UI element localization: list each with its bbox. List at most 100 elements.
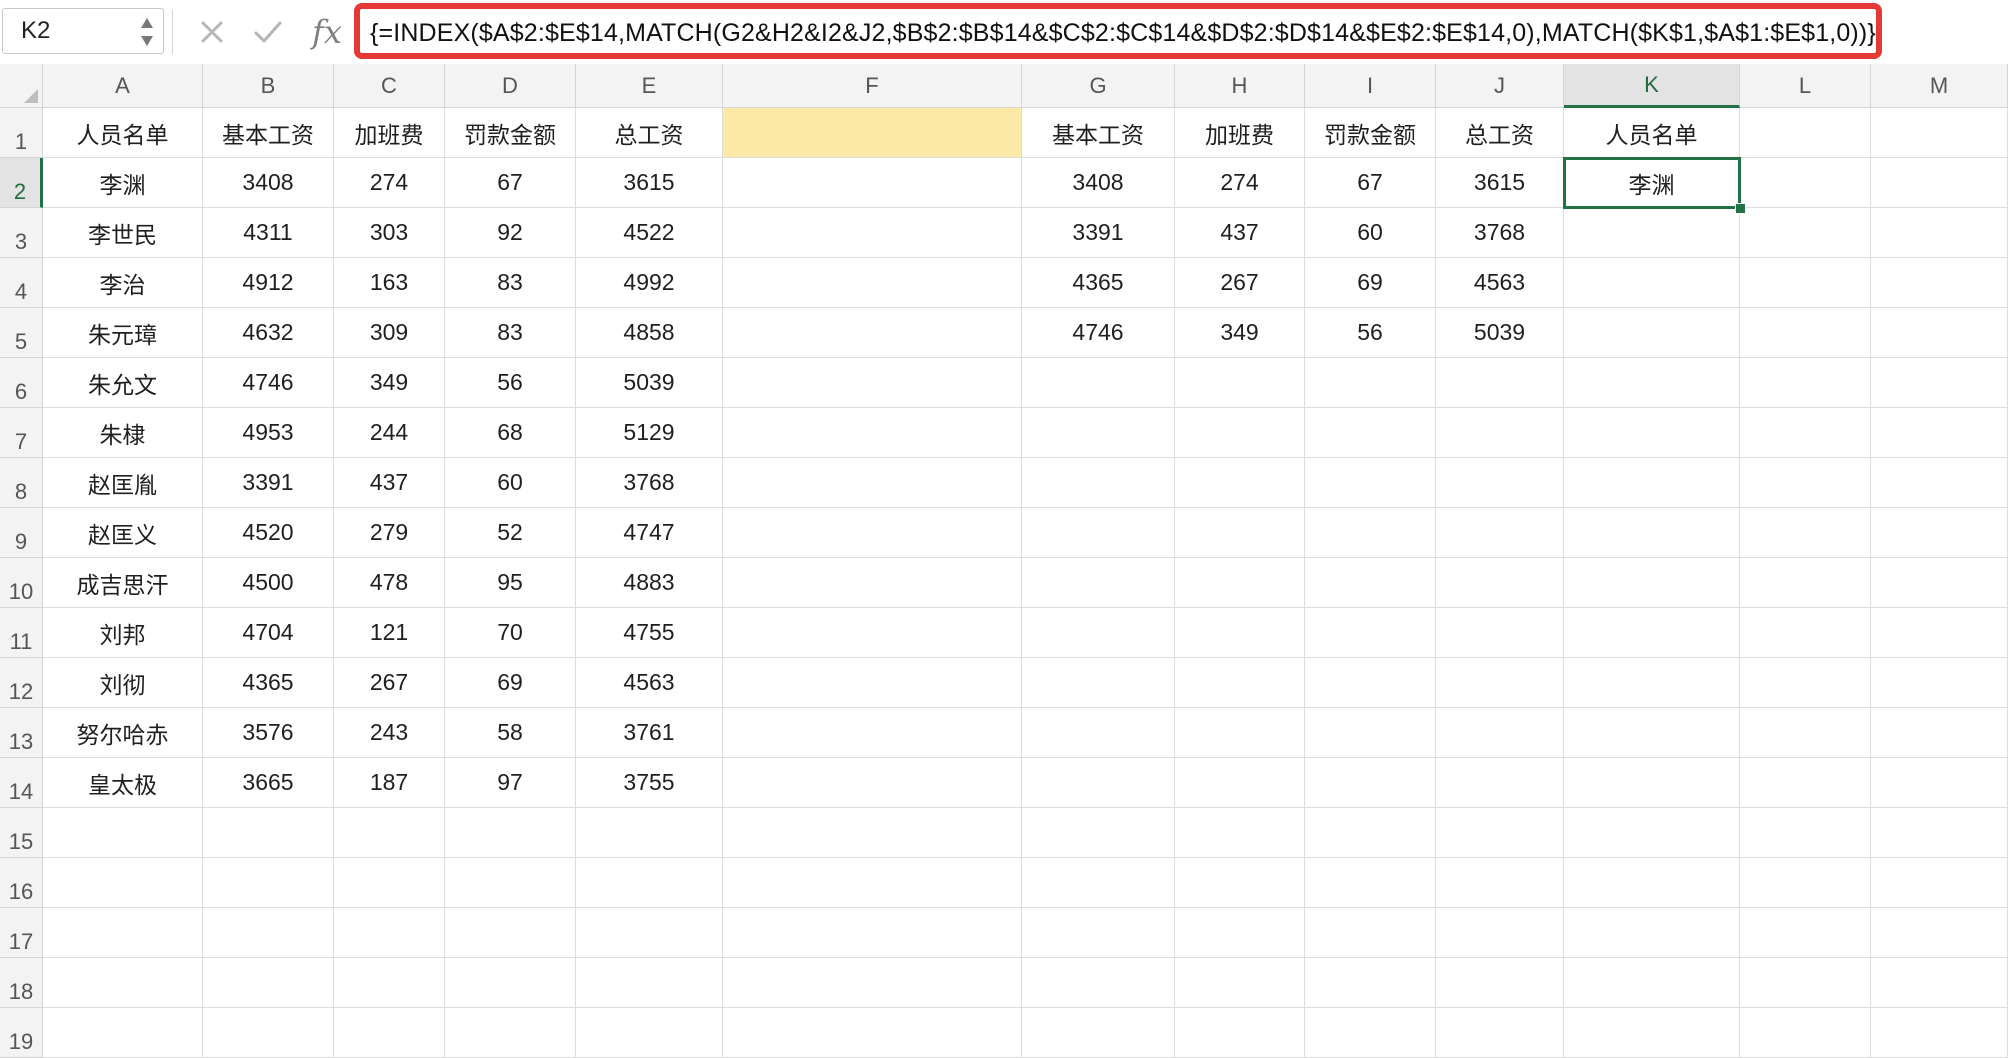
cell-k7[interactable] [1564, 408, 1740, 458]
cell-l10[interactable] [1740, 558, 1871, 608]
cell-l8[interactable] [1740, 458, 1871, 508]
cell-h17[interactable] [1175, 908, 1305, 958]
cell-l18[interactable] [1740, 958, 1871, 1008]
cell-m13[interactable] [1871, 708, 2008, 758]
row-header-15[interactable]: 15 [0, 808, 43, 858]
cell-h11[interactable] [1175, 608, 1305, 658]
column-header-e[interactable]: E [576, 64, 723, 108]
cell-f10[interactable] [723, 558, 1022, 608]
formula-input[interactable]: {=INDEX($A$2:$E$14,MATCH(G2&H2&I2&J2,$B$… [354, 3, 1882, 59]
cell-i2[interactable]: 67 [1305, 158, 1436, 208]
cell-a4[interactable]: 李治 [43, 258, 203, 308]
cell-i1[interactable]: 罚款金额 [1305, 108, 1436, 158]
cell-b4[interactable]: 4912 [203, 258, 334, 308]
cell-g2[interactable]: 3408 [1022, 158, 1175, 208]
cell-h6[interactable] [1175, 358, 1305, 408]
cell-c4[interactable]: 163 [334, 258, 445, 308]
cell-d9[interactable]: 52 [445, 508, 576, 558]
cell-c18[interactable] [334, 958, 445, 1008]
cell-f3[interactable] [723, 208, 1022, 258]
cell-l7[interactable] [1740, 408, 1871, 458]
cell-b14[interactable]: 3665 [203, 758, 334, 808]
cell-c13[interactable]: 243 [334, 708, 445, 758]
cell-j11[interactable] [1436, 608, 1564, 658]
cell-j6[interactable] [1436, 358, 1564, 408]
cell-b6[interactable]: 4746 [203, 358, 334, 408]
cell-k1[interactable]: 人员名单 [1564, 108, 1740, 158]
cell-b19[interactable] [203, 1008, 334, 1058]
column-header-h[interactable]: H [1175, 64, 1305, 108]
cell-f6[interactable] [723, 358, 1022, 408]
cell-l11[interactable] [1740, 608, 1871, 658]
cell-a15[interactable] [43, 808, 203, 858]
cell-a9[interactable]: 赵匡义 [43, 508, 203, 558]
cell-e15[interactable] [576, 808, 723, 858]
cell-k8[interactable] [1564, 458, 1740, 508]
cell-a3[interactable]: 李世民 [43, 208, 203, 258]
cell-m2[interactable] [1871, 158, 2008, 208]
cell-c3[interactable]: 303 [334, 208, 445, 258]
cell-g17[interactable] [1022, 908, 1175, 958]
cell-i15[interactable] [1305, 808, 1436, 858]
cell-h18[interactable] [1175, 958, 1305, 1008]
cell-f11[interactable] [723, 608, 1022, 658]
cell-m12[interactable] [1871, 658, 2008, 708]
cell-c6[interactable]: 349 [334, 358, 445, 408]
cell-f18[interactable] [723, 958, 1022, 1008]
cell-a11[interactable]: 刘邦 [43, 608, 203, 658]
row-header-14[interactable]: 14 [0, 758, 43, 808]
row-header-4[interactable]: 4 [0, 258, 43, 308]
cell-g16[interactable] [1022, 858, 1175, 908]
cell-l17[interactable] [1740, 908, 1871, 958]
cell-j10[interactable] [1436, 558, 1564, 608]
cell-b10[interactable]: 4500 [203, 558, 334, 608]
cell-m14[interactable] [1871, 758, 2008, 808]
row-header-10[interactable]: 10 [0, 558, 43, 608]
cancel-icon[interactable] [192, 12, 232, 52]
cell-h13[interactable] [1175, 708, 1305, 758]
cell-j18[interactable] [1436, 958, 1564, 1008]
row-header-5[interactable]: 5 [0, 308, 43, 358]
cell-c8[interactable]: 437 [334, 458, 445, 508]
cell-g10[interactable] [1022, 558, 1175, 608]
cell-e18[interactable] [576, 958, 723, 1008]
row-header-11[interactable]: 11 [0, 608, 43, 658]
cell-m19[interactable] [1871, 1008, 2008, 1058]
confirm-icon[interactable] [248, 12, 288, 52]
cell-a17[interactable] [43, 908, 203, 958]
cell-g1[interactable]: 基本工资 [1022, 108, 1175, 158]
cell-d10[interactable]: 95 [445, 558, 576, 608]
cell-k11[interactable] [1564, 608, 1740, 658]
cell-k16[interactable] [1564, 858, 1740, 908]
cell-i9[interactable] [1305, 508, 1436, 558]
cell-l1[interactable] [1740, 108, 1871, 158]
cell-a18[interactable] [43, 958, 203, 1008]
cell-e7[interactable]: 5129 [576, 408, 723, 458]
cell-j1[interactable]: 总工资 [1436, 108, 1564, 158]
cell-d3[interactable]: 92 [445, 208, 576, 258]
cell-k10[interactable] [1564, 558, 1740, 608]
cell-m15[interactable] [1871, 808, 2008, 858]
cell-e2[interactable]: 3615 [576, 158, 723, 208]
cell-l3[interactable] [1740, 208, 1871, 258]
cell-h8[interactable] [1175, 458, 1305, 508]
cell-b11[interactable]: 4704 [203, 608, 334, 658]
cell-m11[interactable] [1871, 608, 2008, 658]
cell-m17[interactable] [1871, 908, 2008, 958]
cell-k15[interactable] [1564, 808, 1740, 858]
cell-b15[interactable] [203, 808, 334, 858]
column-header-m[interactable]: M [1871, 64, 2008, 108]
cell-k6[interactable] [1564, 358, 1740, 408]
cell-a13[interactable]: 努尔哈赤 [43, 708, 203, 758]
cell-d14[interactable]: 97 [445, 758, 576, 808]
cell-d7[interactable]: 68 [445, 408, 576, 458]
cell-i8[interactable] [1305, 458, 1436, 508]
cell-d16[interactable] [445, 858, 576, 908]
cell-d19[interactable] [445, 1008, 576, 1058]
row-header-2[interactable]: 2 [0, 158, 43, 208]
row-header-8[interactable]: 8 [0, 458, 43, 508]
cell-l13[interactable] [1740, 708, 1871, 758]
cell-i17[interactable] [1305, 908, 1436, 958]
cell-h16[interactable] [1175, 858, 1305, 908]
cell-m9[interactable] [1871, 508, 2008, 558]
